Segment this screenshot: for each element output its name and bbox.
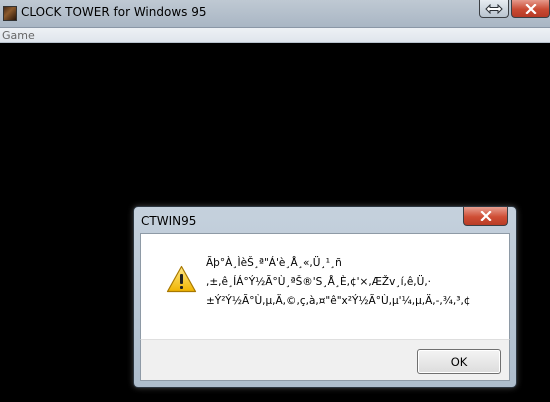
dialog-button-bar: OK	[140, 339, 510, 381]
close-icon	[479, 211, 492, 221]
ok-button[interactable]: OK	[417, 349, 501, 374]
dialog-close-button[interactable]	[463, 207, 508, 226]
dialog-title: CTWIN95	[141, 214, 197, 228]
dialog-message-line-1: Ãþ°À¸ÌèŠ¸ª"Á'è¸Å¸«,Ü¸¹¸ñ	[206, 257, 342, 269]
menu-bar: Game	[0, 28, 550, 43]
message-dialog: CTWIN95 Ãþ°À¸ÌèŠ¸ª"Á'è¸Å¸«,Ü¸¹¸ñ ,±,ê¸ÍÁ…	[133, 206, 517, 388]
warning-icon	[166, 265, 197, 293]
window-close-button[interactable]	[511, 0, 550, 18]
restore-button[interactable]	[479, 0, 509, 18]
menu-game[interactable]: Game	[2, 29, 35, 42]
main-title-bar[interactable]: CLOCK TOWER for Windows 95	[0, 0, 550, 28]
window-title: CLOCK TOWER for Windows 95	[21, 5, 207, 19]
restore-arrows-icon	[485, 3, 503, 14]
app-icon[interactable]	[3, 6, 17, 21]
dialog-message-line-3: ±Ý²Ý½Ã°Ù,µ,Ä,©,ç,à,¤"ê"x²Ý½Ã°Ù,µ'¼,µ,Ä,-…	[206, 295, 471, 307]
close-icon	[524, 3, 537, 14]
dialog-message-area: Ãþ°À¸ÌèŠ¸ª"Á'è¸Å¸«,Ü¸¹¸ñ ,±,ê¸ÍÁ°Ý½Ã°Ù¸ª…	[140, 233, 510, 339]
dialog-message-line-2: ,±,ê¸ÍÁ°Ý½Ã°Ù¸ªŠ®'S¸Å¸È,¢'×,ÆŽv¸í,ê,Ü,·	[206, 276, 431, 288]
